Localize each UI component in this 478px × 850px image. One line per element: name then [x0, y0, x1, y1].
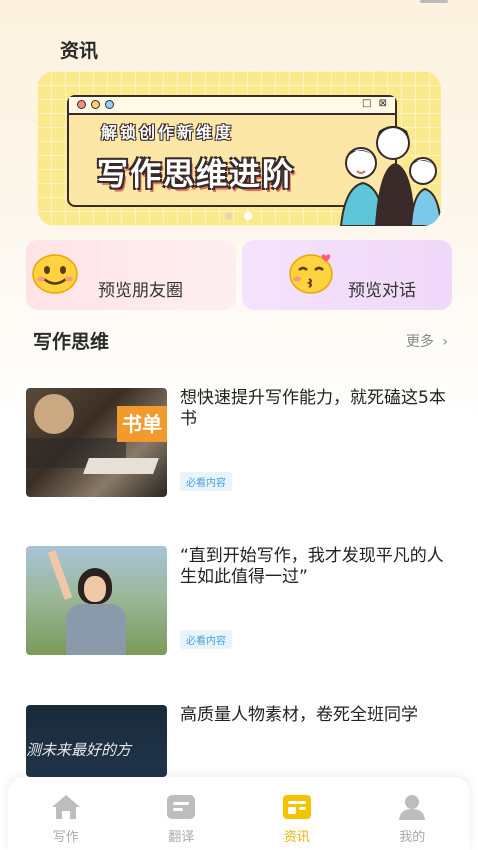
article-title: 高质量人物素材，卷死全班同学: [180, 705, 418, 725]
status-indicator: [420, 0, 448, 3]
preview-dialog-label: 预览对话: [348, 281, 416, 301]
smiling-emoji-icon: [32, 254, 78, 294]
page-title: 资讯: [60, 40, 99, 62]
people-illustration-icon: [339, 126, 441, 226]
tab-profile[interactable]: 我的: [355, 777, 471, 850]
preview-dialog-card[interactable]: 预览对话: [242, 240, 452, 310]
chevron-right-icon: ›: [442, 334, 448, 350]
article-thumbnail: 书单: [26, 388, 167, 497]
article-thumbnail: [26, 546, 167, 655]
pagination-dot-active[interactable]: [244, 212, 253, 220]
tab-label: 我的: [399, 830, 426, 845]
more-label: 更多: [405, 334, 434, 350]
bottom-tab-bar: 写作 翻译 资讯 我的: [8, 777, 470, 850]
tab-label: 资讯: [283, 830, 310, 845]
tab-translate[interactable]: 翻译: [124, 777, 240, 850]
banner-pagination: [225, 205, 258, 224]
thumbnail-label: 书单: [117, 406, 167, 442]
preview-moments-label: 预览朋友圈: [98, 281, 183, 301]
article-title: “直到开始写作，我才发现平凡的人生如此值得一过”: [180, 546, 444, 587]
translate-icon: [167, 795, 196, 819]
kissing-emoji-icon: [289, 254, 333, 294]
tab-label: 写作: [52, 830, 79, 845]
banner-subtitle: 解锁创作新维度: [101, 123, 235, 142]
article-thumbnail: 测未来最好的方: [26, 705, 167, 777]
red-dot-icon: [77, 100, 86, 109]
profile-icon: [399, 795, 426, 820]
article-title: 想快速提升写作能力，就死磕这5本书: [180, 388, 446, 429]
thumbnail-text: 测未来最好的方: [26, 741, 132, 759]
article-item[interactable]: 书单 想快速提升写作能力，就死磕这5本书 必看内容: [26, 388, 456, 498]
tab-news[interactable]: 资讯: [239, 777, 355, 850]
section-title: 写作思维: [33, 331, 110, 353]
article-tag: 必看内容: [180, 630, 232, 649]
tab-write[interactable]: 写作: [8, 777, 124, 850]
promo-banner[interactable]: □ ⊠ 解锁创作新维度 写作思维进阶: [37, 71, 441, 226]
yellow-dot-icon: [91, 100, 100, 109]
preview-moments-card[interactable]: 预览朋友圈: [26, 240, 236, 310]
article-tag: 必看内容: [180, 472, 232, 491]
more-link[interactable]: 更多 ›: [406, 331, 448, 351]
tab-label: 翻译: [168, 830, 195, 845]
pagination-dot[interactable]: [225, 212, 233, 220]
news-icon: [282, 795, 311, 819]
banner-title: 写作思维进阶: [97, 157, 295, 193]
article-item[interactable]: “直到开始写作，我才发现平凡的人生如此值得一过” 必看内容: [26, 546, 456, 656]
home-icon: [51, 795, 80, 819]
blue-dot-icon: [105, 100, 114, 109]
